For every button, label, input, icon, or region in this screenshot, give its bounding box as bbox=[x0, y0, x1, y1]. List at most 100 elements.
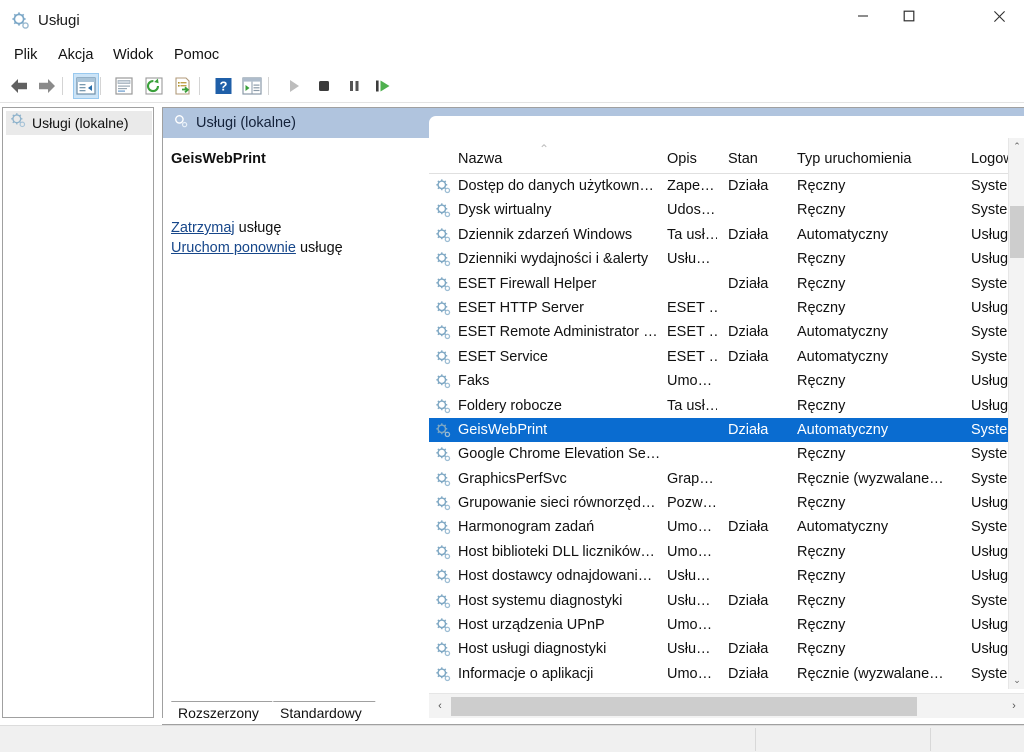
table-row[interactable]: Host urządzenia UPnP Umo… Ręczny Usługa bbox=[429, 613, 1024, 637]
minimize-button[interactable] bbox=[840, 0, 886, 32]
restart-icon[interactable] bbox=[370, 73, 396, 99]
table-row[interactable]: ESET Firewall Helper Działa Ręczny Systen bbox=[429, 272, 1024, 296]
cell-service-name: Dzienniki wydajności i &alerty bbox=[458, 251, 649, 268]
cell-description: Umo… bbox=[667, 665, 713, 682]
service-gear-icon bbox=[435, 251, 452, 268]
stop-service-link[interactable]: Zatrzymaj bbox=[171, 220, 235, 236]
column-header-typ-uruchomienia[interactable]: Typ uruchomienia bbox=[797, 144, 962, 174]
cell-description: Usłu… bbox=[667, 251, 711, 268]
status-separator bbox=[930, 728, 931, 751]
table-row[interactable]: Dysk wirtualny Udos… Ręczny Systen bbox=[429, 198, 1024, 222]
cell-service-name: Dysk wirtualny bbox=[458, 202, 552, 219]
table-row[interactable]: Informacje o aplikacji Umo… Działa Ręcznie … bbox=[429, 662, 1024, 686]
cell-description: Umo… bbox=[667, 373, 713, 390]
play-icon[interactable] bbox=[281, 73, 307, 99]
properties-icon[interactable] bbox=[111, 73, 137, 99]
table-row[interactable]: Harmonogram zadań Umo… Działa Automatyczny S… bbox=[429, 515, 1024, 539]
title-bar: Usługi bbox=[0, 0, 1024, 42]
cell-startup-type: Ręczny bbox=[797, 568, 846, 585]
cell-description: Ta usł… bbox=[667, 226, 717, 243]
table-row[interactable]: Google Chrome Elevation Se… Ręczny Systen bbox=[429, 442, 1024, 466]
cell-state bbox=[728, 296, 788, 320]
table-row[interactable]: Faks Umo… Ręczny Usługa bbox=[429, 369, 1024, 393]
menu-akcja[interactable]: Akcja bbox=[52, 42, 99, 69]
cell-description: Udos… bbox=[667, 202, 716, 219]
cell-startup-type: Ręcznie (wyzwalane… bbox=[797, 470, 944, 487]
cell-startup-type: Ręczny bbox=[797, 446, 846, 463]
table-row[interactable]: Host usługi diagnostyki Usłu… Działa Ręczny… bbox=[429, 637, 1024, 661]
column-header-nazwa[interactable]: Nazwa bbox=[458, 144, 658, 174]
tab-label: Rozszerzony bbox=[178, 705, 259, 721]
table-row[interactable]: Host dostawcy odnajdowani… Usłu… Ręczny Usł… bbox=[429, 564, 1024, 588]
table-row[interactable]: Dzienniki wydajności i &alerty Usłu… Ręczn… bbox=[429, 247, 1024, 271]
services-list: ⌃ Nazwa Opis Stan Typ uruchomienia Logow… bbox=[429, 138, 1024, 689]
stop-icon[interactable] bbox=[311, 73, 337, 99]
close-button[interactable] bbox=[976, 0, 1022, 32]
menu-plik[interactable]: Plik bbox=[8, 42, 43, 69]
table-row[interactable]: Dostęp do danych użytkown… Zape… Działa Ręc… bbox=[429, 174, 1024, 198]
vertical-scrollbar[interactable]: ⌃ ⌄ bbox=[1008, 138, 1024, 689]
cell-description: Umo… bbox=[667, 519, 713, 536]
restart-service-link[interactable]: Uruchom ponownie bbox=[171, 240, 296, 256]
service-detail-panel: GeisWebPrint Zatrzymaj usługę Uruchom po… bbox=[163, 138, 429, 689]
cell-state: Działa bbox=[728, 641, 769, 658]
services-mmc-window: Usługi Plik Akcja Widok Pomoc ? Usługi (… bbox=[0, 0, 1024, 752]
export-list-icon[interactable] bbox=[170, 73, 196, 99]
stop-service-suffix: usługę bbox=[234, 220, 282, 236]
toolbar-separator bbox=[62, 77, 63, 95]
forward-arrow-icon[interactable] bbox=[34, 73, 60, 99]
list-rows: Dostęp do danych użytkown… Zape… Działa Ręc… bbox=[429, 174, 1024, 689]
tab-standardowy[interactable]: Standardowy bbox=[266, 701, 376, 725]
table-row[interactable]: GraphicsPerfSvc Grap… Ręcznie (wyzwalane… S… bbox=[429, 467, 1024, 491]
table-row[interactable]: Host systemu diagnostyki Usłu… Działa Ręczn… bbox=[429, 589, 1024, 613]
table-row[interactable]: Foldery robocze Ta usł… Ręczny Usługa bbox=[429, 394, 1024, 418]
table-row[interactable]: Grupowanie sieci równorzęd… Pozw… Ręczny Us… bbox=[429, 491, 1024, 515]
sidebar-item-uslugi-lokalne[interactable]: Usługi (lokalne) bbox=[6, 111, 152, 135]
service-gear-icon bbox=[435, 202, 452, 219]
band-notch bbox=[429, 116, 1024, 138]
back-arrow-icon[interactable] bbox=[6, 73, 32, 99]
table-row[interactable]: ESET Remote Administrator … ESET … Działa A… bbox=[429, 320, 1024, 344]
toolbar-separator bbox=[268, 77, 269, 95]
scroll-up-arrow-icon[interactable]: ⌃ bbox=[1009, 138, 1024, 155]
console-header-tab[interactable]: Usługi (lokalne) bbox=[163, 108, 296, 138]
cell-service-name: Foldery robocze bbox=[458, 397, 562, 414]
table-row[interactable]: ESET ServiceESET …DziałaAutomatycznySyst… bbox=[429, 345, 1024, 369]
toolbar-separator bbox=[100, 77, 101, 95]
maximize-button[interactable] bbox=[886, 0, 932, 32]
refresh-icon[interactable] bbox=[141, 73, 167, 99]
menu-widok[interactable]: Widok bbox=[107, 42, 159, 69]
cell-state: Działa bbox=[728, 324, 769, 341]
cell-state: Działa bbox=[728, 592, 769, 609]
cell-startup-type: Ręczny bbox=[797, 397, 846, 414]
show-tree-icon[interactable] bbox=[73, 73, 99, 99]
stop-service-action[interactable]: Zatrzymaj usługę bbox=[171, 220, 281, 236]
console-view-icon[interactable] bbox=[239, 73, 265, 99]
cell-service-name: Informacje o aplikacji bbox=[458, 665, 594, 682]
cell-state bbox=[728, 467, 788, 491]
table-row[interactable]: GeisWebPrint Działa Automatyczny Systen bbox=[429, 417, 1024, 443]
toolbar-separator bbox=[199, 77, 200, 95]
cell-startup-type: Automatyczny bbox=[797, 421, 889, 438]
cell-state: Działa bbox=[728, 348, 769, 365]
cell-description bbox=[667, 272, 717, 296]
scroll-down-arrow-icon[interactable]: ⌄ bbox=[1009, 672, 1024, 689]
restart-service-suffix: usługę bbox=[295, 240, 343, 256]
table-row[interactable]: ESET HTTP ServerESET …RęcznyUsługa bbox=[429, 296, 1024, 320]
tab-rozszerzony[interactable]: Rozszerzony bbox=[164, 701, 273, 725]
cell-startup-type: Ręczny bbox=[797, 373, 846, 390]
column-header-stan[interactable]: Stan bbox=[728, 144, 788, 174]
service-gear-icon bbox=[435, 617, 452, 634]
help-icon[interactable]: ? bbox=[210, 73, 236, 99]
table-row[interactable]: Host biblioteki DLL liczników… Umo… Ręczny… bbox=[429, 540, 1024, 564]
menu-pomoc[interactable]: Pomoc bbox=[168, 42, 225, 69]
table-row[interactable]: Dziennik zdarzeń Windows Ta usł… Działa Aut… bbox=[429, 223, 1024, 247]
service-gear-icon bbox=[435, 422, 452, 439]
console-header-label: Usługi (lokalne) bbox=[196, 115, 296, 131]
cell-startup-type: Ręczny bbox=[797, 299, 846, 316]
pause-icon[interactable] bbox=[341, 73, 367, 99]
column-header-opis[interactable]: Opis bbox=[667, 144, 722, 174]
vertical-scroll-thumb[interactable] bbox=[1010, 206, 1024, 258]
restart-service-action[interactable]: Uruchom ponownie usługę bbox=[171, 240, 343, 256]
cell-service-name: Host dostawcy odnajdowani… bbox=[458, 568, 653, 585]
